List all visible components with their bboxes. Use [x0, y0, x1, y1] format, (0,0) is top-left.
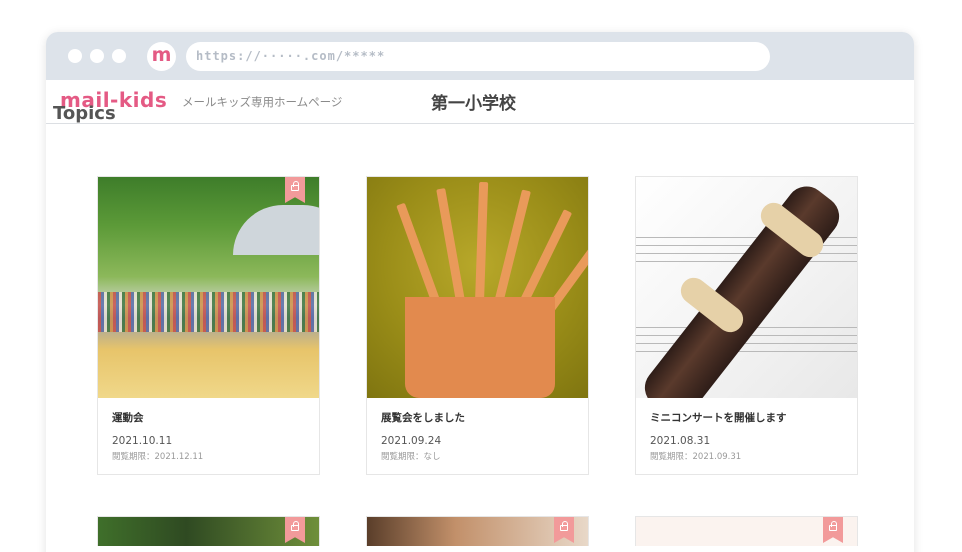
browser-toolbar: m https://·····.com/***** [46, 32, 914, 80]
sports-day-photo[interactable] [98, 177, 319, 398]
topic-title[interactable]: ミニコンサートを開催します [650, 410, 843, 425]
school-name: 第一小学校 [431, 94, 516, 114]
address-bar[interactable]: https://·····.com/***** [186, 42, 770, 71]
topic-expiry: 閲覧期限：なし [381, 452, 441, 462]
topic-card[interactable]: 運動会 2021.10.11 閲覧期限：2021.12.11 [97, 176, 320, 475]
topic-date: 2021.10.11 [112, 435, 173, 447]
pencils-photo[interactable] [367, 177, 588, 398]
site-tagline: メールキッズ専用ホームページ [182, 95, 343, 109]
topic-expiry: 閲覧期限：2021.09.31 [650, 452, 742, 462]
crowd [98, 292, 319, 332]
recorder-photo[interactable] [636, 177, 857, 398]
topic-card[interactable]: ミニコンサートを開催します 2021.08.31 閲覧期限：2021.09.31 [635, 176, 858, 475]
lock-bookmark-icon[interactable] [823, 517, 843, 543]
topic-expiry: 閲覧期限：2021.12.11 [112, 452, 204, 462]
pencil-cup [405, 297, 555, 398]
topic-card-partial[interactable] [635, 516, 858, 546]
building-roof [233, 205, 319, 255]
lock-bookmark-icon[interactable] [554, 517, 574, 543]
topic-title[interactable]: 展覧会をしました [381, 410, 574, 425]
topic-card-partial[interactable] [97, 516, 320, 546]
site-favicon-icon: m [147, 42, 176, 71]
lock-bookmark-icon[interactable] [285, 517, 305, 543]
topic-card-partial[interactable] [366, 516, 589, 546]
window-dot-icon[interactable] [90, 49, 104, 63]
window-dot-icon[interactable] [68, 49, 82, 63]
recorder [636, 178, 848, 398]
topic-title[interactable]: 運動会 [112, 410, 305, 425]
window-dot-icon[interactable] [112, 49, 126, 63]
site-header: mail-kids メールキッズ専用ホームページ 第一小学校 [46, 80, 914, 124]
topic-card[interactable]: 展覧会をしました 2021.09.24 閲覧期限：なし [366, 176, 589, 475]
topic-date: 2021.09.24 [381, 435, 442, 447]
lock-bookmark-icon[interactable] [285, 177, 305, 203]
section-title: Topics [53, 103, 116, 124]
topic-date: 2021.08.31 [650, 435, 711, 447]
